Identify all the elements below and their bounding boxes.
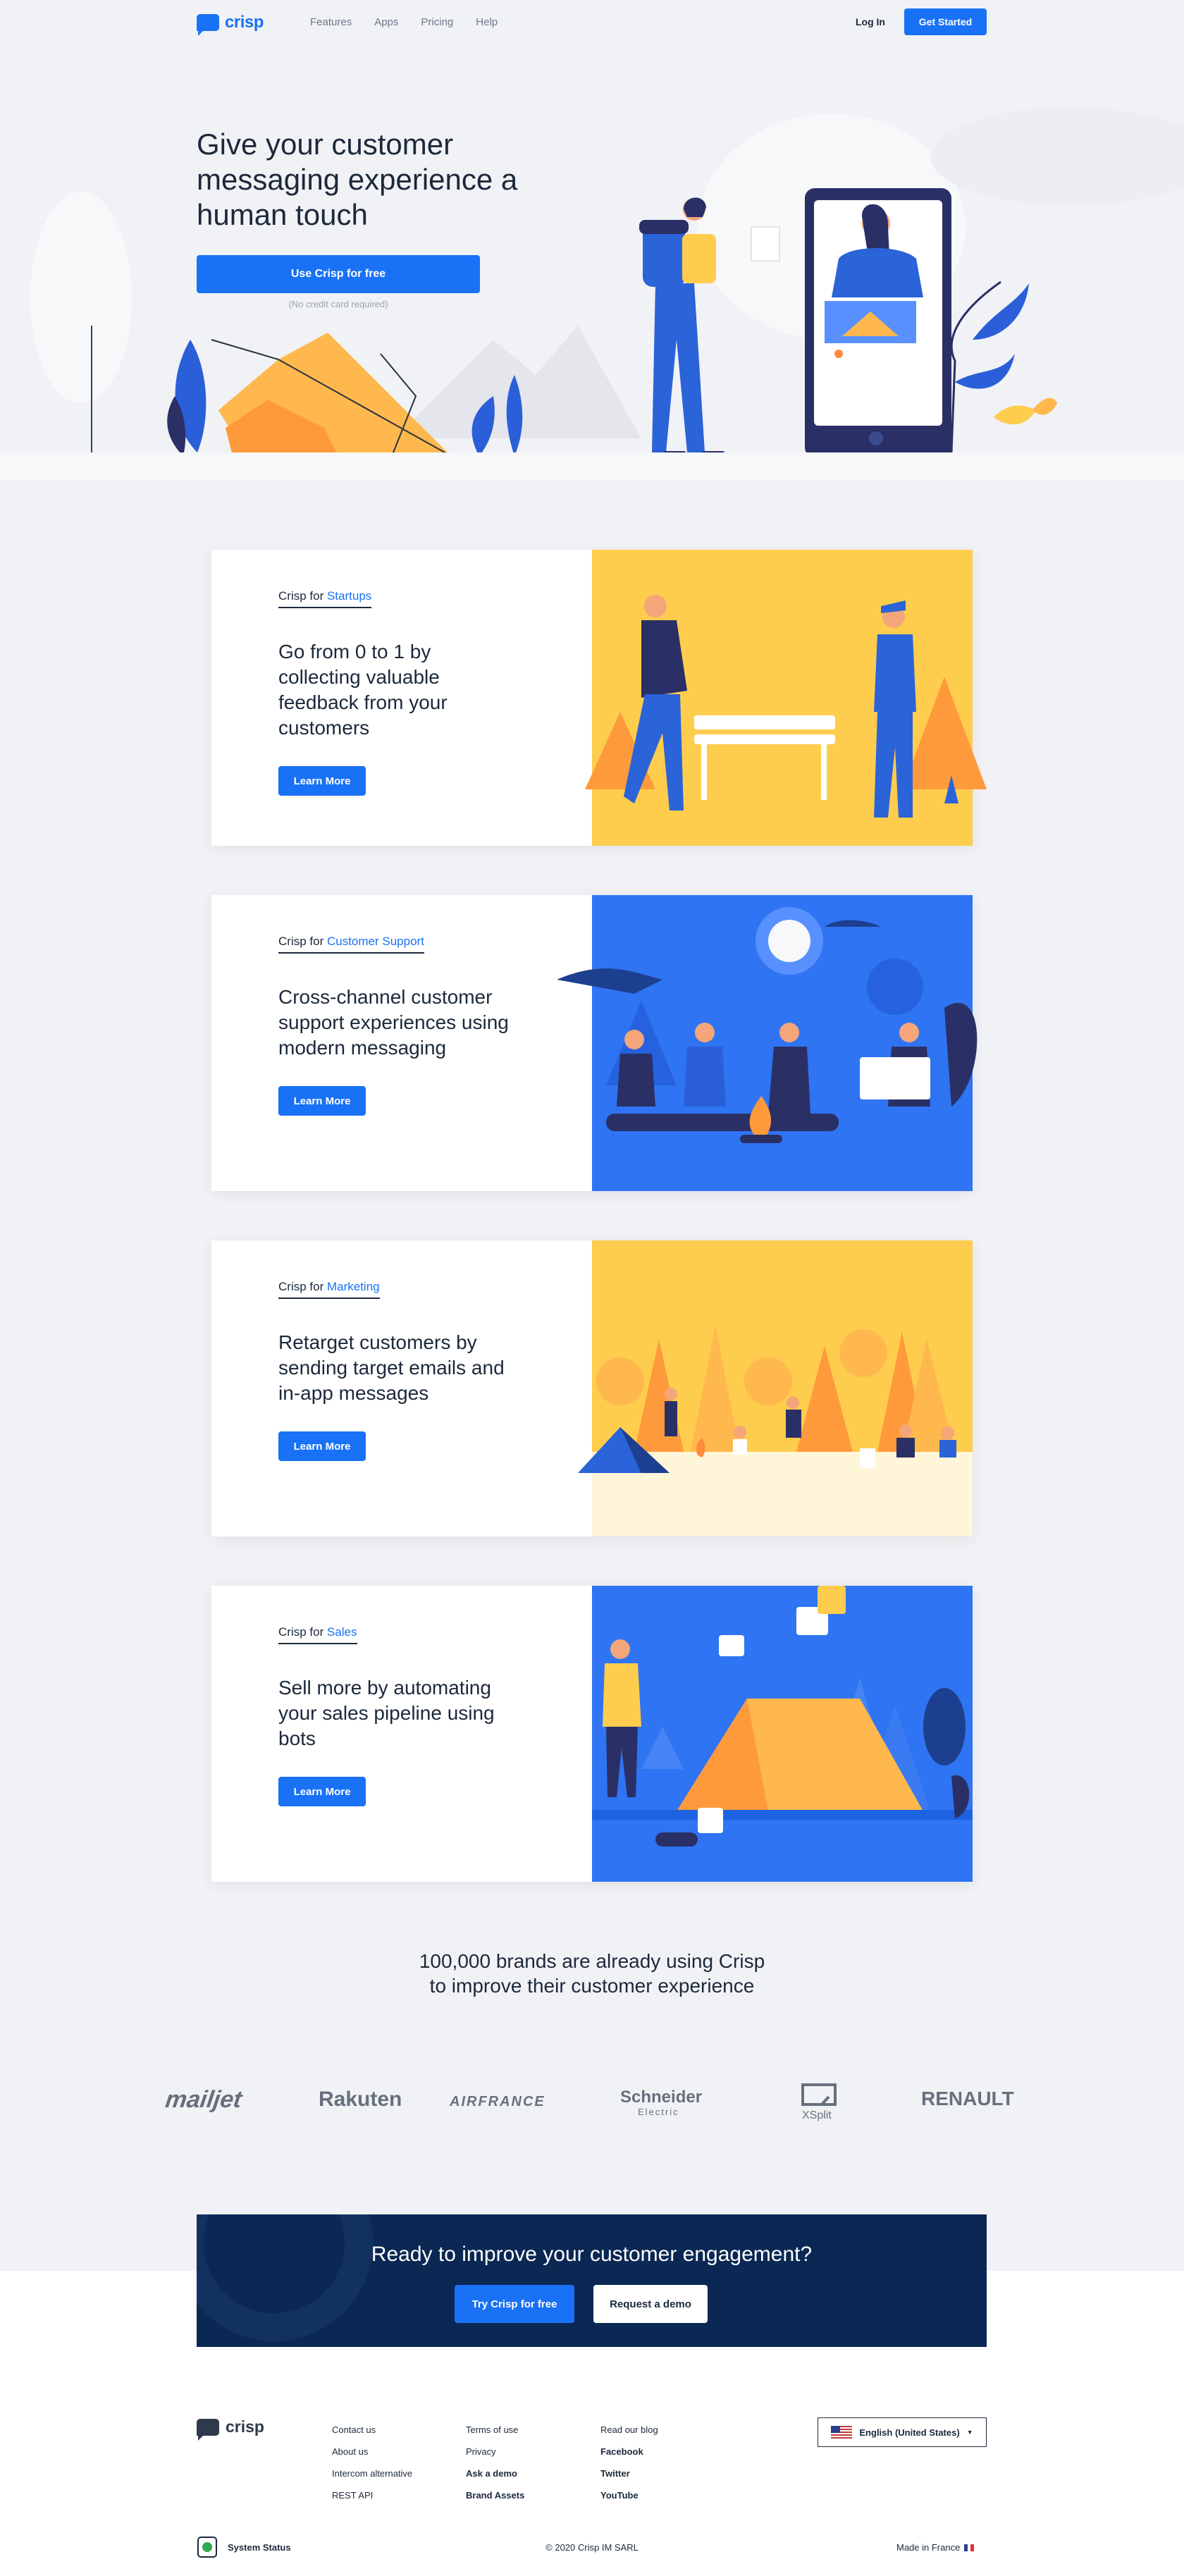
learn-more-button[interactable]: Learn More xyxy=(278,1431,366,1461)
kicker-highlight[interactable]: Customer Support xyxy=(327,935,424,948)
top-navigation: crisp Features Apps Pricing Help Log In … xyxy=(0,0,1184,44)
brand-logo-schneider: Schneider xyxy=(620,2088,703,2107)
caret-down-icon: ▼ xyxy=(966,2429,973,2436)
footer-link-terms[interactable]: Terms of use xyxy=(466,2419,524,2441)
nav-link-features[interactable]: Features xyxy=(310,16,352,28)
brand-logo-rakuten: Rakuten xyxy=(319,2088,402,2111)
footer-column-legal: Terms of use Privacy Ask a demo Brand As… xyxy=(466,2419,524,2506)
cta-banner: Ready to improve your customer engagemen… xyxy=(197,2214,987,2347)
nav-link-help[interactable]: Help xyxy=(476,16,498,28)
nav-links: Features Apps Pricing Help xyxy=(310,16,498,28)
footer-link-contact[interactable]: Contact us xyxy=(332,2419,412,2441)
marketing-illustration xyxy=(578,1240,973,1536)
language-selector[interactable]: English (United States) ▼ xyxy=(818,2417,987,2447)
card-heading: Go from 0 to 1 by collecting valuable fe… xyxy=(278,641,448,739)
system-status-label: System Status xyxy=(228,2541,291,2553)
card-heading: Cross-channel customer support experienc… xyxy=(278,986,509,1059)
kicker-prefix: Crisp for xyxy=(278,1280,324,1293)
banner-pattern xyxy=(197,2214,373,2341)
card-text: Crisp for Sales Sell more by automating … xyxy=(278,1625,518,1806)
no-credit-card-note: (No credit card required) xyxy=(288,299,388,309)
france-flag-icon xyxy=(964,2544,975,2551)
brand-logo-renault: RENAULT xyxy=(921,2088,1014,2109)
logo-text: crisp xyxy=(225,13,264,32)
brand-logo-schneider-sub: Electric xyxy=(638,2107,679,2117)
startups-illustration xyxy=(585,550,987,846)
hero-title: Give your customer messaging experience … xyxy=(197,128,518,231)
card-heading: Sell more by automating your sales pipel… xyxy=(278,1677,495,1749)
kicker-highlight[interactable]: Sales xyxy=(327,1625,357,1639)
made-in-label: Made in France xyxy=(896,2542,961,2553)
feature-card-customer-support: Crisp for Customer Support Cross-channel… xyxy=(211,895,978,1191)
feature-card-sales: Crisp for Sales Sell more by automating … xyxy=(211,1586,973,1882)
hero-illustration xyxy=(0,107,1184,481)
login-link[interactable]: Log In xyxy=(856,16,885,27)
copyright: © 2020 Crisp IM SARL xyxy=(545,2542,639,2553)
chat-bubble-icon xyxy=(197,14,219,36)
card-kicker: Crisp for Sales xyxy=(278,1625,357,1644)
footer-link-brand-assets[interactable]: Brand Assets xyxy=(466,2484,524,2506)
footer-link-facebook[interactable]: Facebook xyxy=(600,2441,658,2463)
try-crisp-free-button[interactable]: Try Crisp for free xyxy=(455,2285,574,2323)
crisp-logo[interactable]: crisp xyxy=(197,13,264,36)
nav-link-pricing[interactable]: Pricing xyxy=(421,16,453,28)
footer-logo-text: crisp xyxy=(226,2417,264,2436)
footer-link-ask-demo[interactable]: Ask a demo xyxy=(466,2463,524,2484)
kicker-prefix: Crisp for xyxy=(278,935,324,948)
request-demo-button[interactable]: Request a demo xyxy=(593,2285,708,2323)
card-kicker: Crisp for Marketing xyxy=(278,1280,380,1299)
card-kicker: Crisp for Startups xyxy=(278,589,372,608)
card-text: Crisp for Customer Support Cross-channel… xyxy=(278,935,518,1116)
use-crisp-free-button[interactable]: Use Crisp for free xyxy=(197,255,480,293)
brand-logo-airfrance: AIRFRANCE xyxy=(450,2094,545,2109)
feature-card-marketing: Crisp for Marketing Retarget customers b… xyxy=(211,1240,973,1536)
footer-column-social: Read our blog Facebook Twitter YouTube xyxy=(600,2419,658,2506)
kicker-highlight[interactable]: Startups xyxy=(327,589,371,603)
learn-more-button[interactable]: Learn More xyxy=(278,766,366,796)
card-text: Crisp for Marketing Retarget customers b… xyxy=(278,1280,518,1461)
chat-bubble-icon xyxy=(197,2418,219,2441)
card-text: Crisp for Startups Go from 0 to 1 by col… xyxy=(278,589,518,796)
brand-logo-mailjet: mailjet xyxy=(164,2086,244,2113)
xsplit-icon xyxy=(801,2083,837,2106)
footer-link-rest-api[interactable]: REST API xyxy=(332,2484,412,2506)
card-heading: Retarget customers by sending target ema… xyxy=(278,1331,505,1404)
system-status-link[interactable]: System Status xyxy=(197,2536,291,2558)
footer-link-intercom-alternative[interactable]: Intercom alternative xyxy=(332,2463,412,2484)
cta-title: Ready to improve your customer engagemen… xyxy=(371,2243,813,2266)
learn-more-button[interactable]: Learn More xyxy=(278,1777,366,1806)
kicker-prefix: Crisp for xyxy=(278,589,324,603)
feature-card-startups: Crisp for Startups Go from 0 to 1 by col… xyxy=(211,550,987,846)
language-label: English (United States) xyxy=(859,2427,960,2438)
nav-link-apps[interactable]: Apps xyxy=(374,16,398,28)
kicker-prefix: Crisp for xyxy=(278,1625,324,1639)
brand-logo-xsplit: XSplit xyxy=(802,2109,832,2121)
brands-title: 100,000 brands are already using Crisp t… xyxy=(419,1950,765,1997)
status-badge-icon xyxy=(197,2537,217,2558)
footer-link-youtube[interactable]: YouTube xyxy=(600,2484,658,2506)
footer-logo[interactable]: crisp xyxy=(197,2417,264,2441)
sales-illustration xyxy=(592,1586,973,1882)
footer-link-twitter[interactable]: Twitter xyxy=(600,2463,658,2484)
customer-support-illustration xyxy=(557,895,978,1191)
footer-link-blog[interactable]: Read our blog xyxy=(600,2419,658,2441)
card-kicker: Crisp for Customer Support xyxy=(278,935,424,954)
footer-link-privacy[interactable]: Privacy xyxy=(466,2441,524,2463)
footer-link-about[interactable]: About us xyxy=(332,2441,412,2463)
footer-column-company: Contact us About us Intercom alternative… xyxy=(332,2419,412,2506)
us-flag-icon xyxy=(831,2426,853,2439)
learn-more-button[interactable]: Learn More xyxy=(278,1086,366,1116)
made-in-france: Made in France xyxy=(896,2542,975,2553)
kicker-highlight[interactable]: Marketing xyxy=(327,1280,380,1293)
get-started-button[interactable]: Get Started xyxy=(904,8,987,35)
